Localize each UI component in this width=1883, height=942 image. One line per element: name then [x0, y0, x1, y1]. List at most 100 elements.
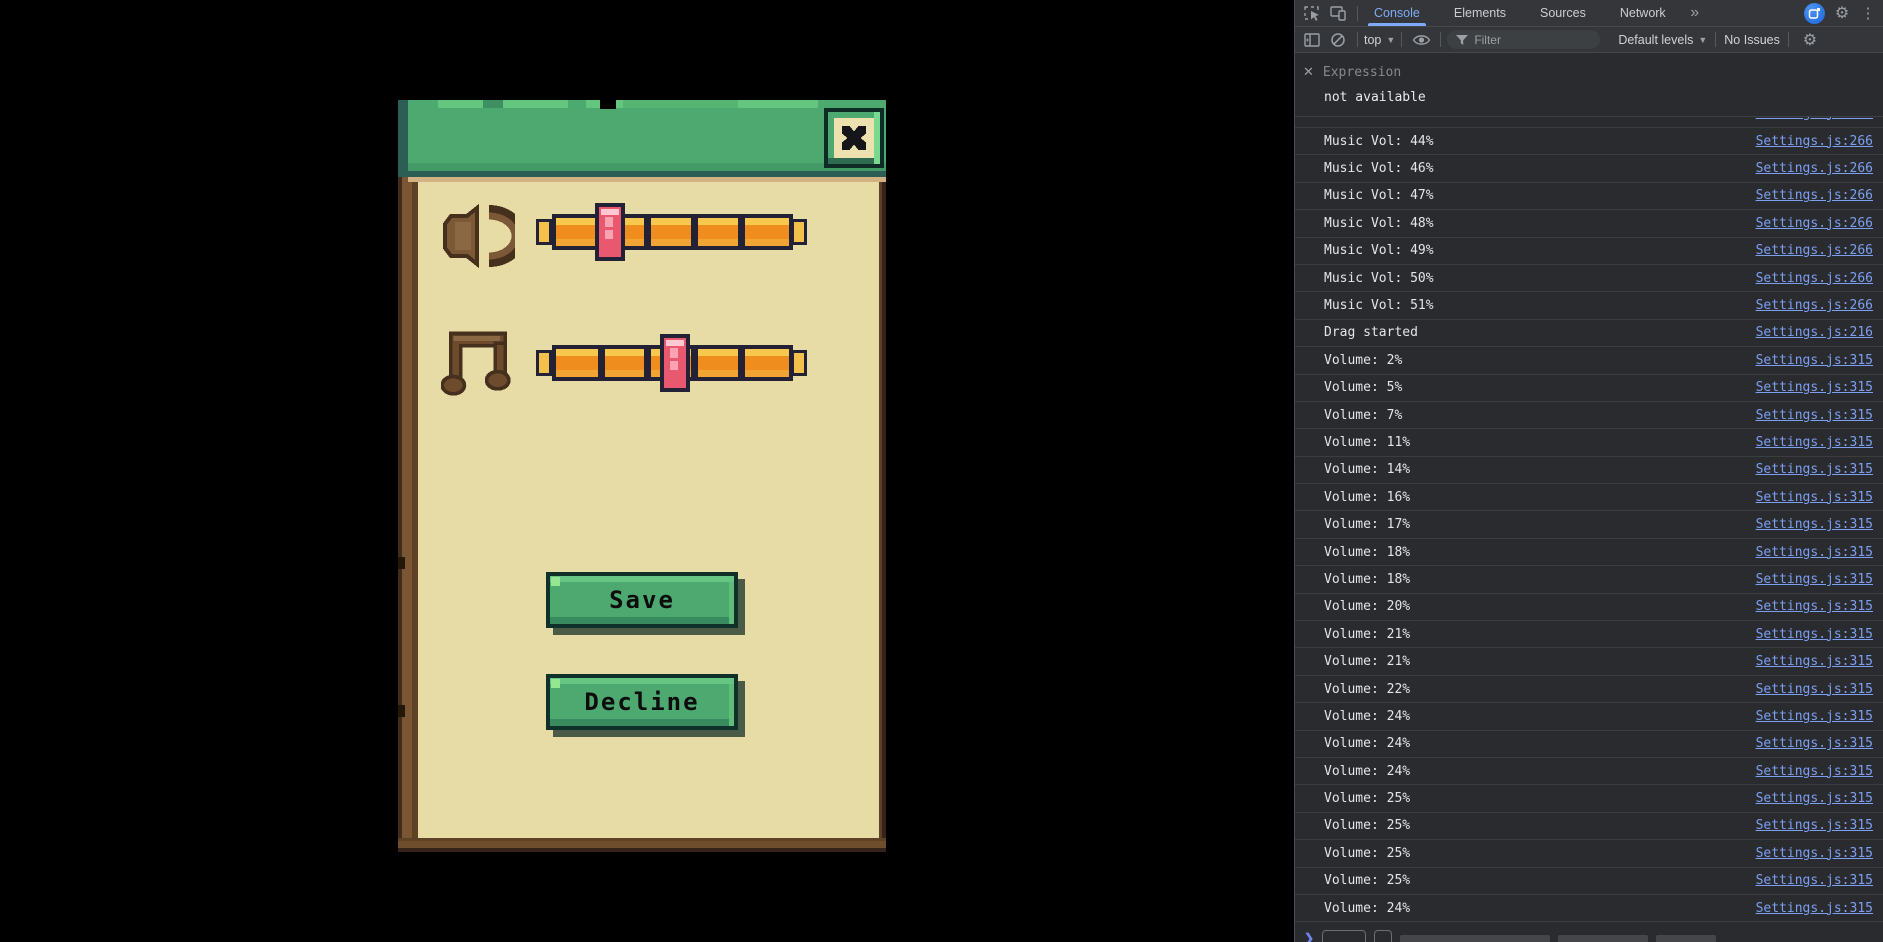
source-link[interactable]: Settings.js:315 — [1756, 517, 1873, 532]
console-row: Volume: 11% Settings.js:315 — [1295, 429, 1883, 457]
save-button-label: Save — [609, 586, 675, 614]
dialog-right-border — [879, 177, 886, 838]
source-link[interactable]: Settings.js:315 — [1756, 572, 1873, 587]
console-message: Volume: 22% — [1324, 681, 1411, 697]
slider-right-cap — [791, 350, 807, 376]
source-link[interactable]: Settings.js:315 — [1756, 353, 1873, 368]
console-message: Volume: 24% — [1324, 763, 1411, 779]
tab-network[interactable]: Network — [1610, 0, 1676, 26]
source-link[interactable]: Settings.js:266 — [1756, 271, 1873, 286]
source-link[interactable]: Settings.js:315 — [1756, 545, 1873, 560]
source-link[interactable]: Settings.js:315 — [1756, 380, 1873, 395]
source-link[interactable]: Settings.js:315 — [1756, 408, 1873, 423]
console-row: Volume: 5% Settings.js:315 — [1295, 375, 1883, 402]
console-message: Volume: 17% — [1324, 517, 1411, 533]
context-selector[interactable]: top ▼ — [1364, 33, 1395, 47]
source-link[interactable]: Settings.js:315 — [1756, 627, 1873, 642]
filter-placeholder: Filter — [1474, 32, 1501, 47]
close-button-face — [834, 118, 874, 158]
source-link[interactable]: Settings.js:315 — [1756, 654, 1873, 669]
slider-left-cap — [536, 219, 552, 245]
console-message: Music Vol: 49% — [1324, 243, 1434, 259]
console-message: Music Vol: 48% — [1324, 215, 1434, 231]
divider — [1440, 32, 1442, 47]
console-message: Volume: 24% — [1324, 900, 1411, 916]
more-tabs-icon[interactable]: » — [1682, 1, 1708, 25]
console-settings-gear-icon[interactable]: ⚙ — [1797, 28, 1823, 52]
hint-text-clipped — [1656, 934, 1717, 942]
console-message: Music Vol: 47% — [1324, 188, 1434, 204]
sound-volume-track[interactable] — [552, 214, 793, 250]
tab-sources[interactable]: Sources — [1530, 0, 1596, 26]
source-link[interactable]: Settings.js:216 — [1756, 325, 1873, 340]
device-toolbar-icon[interactable] — [1325, 1, 1351, 25]
remove-expression-icon[interactable]: ✕ — [1303, 64, 1314, 80]
console-message: Music Vol: 51% — [1324, 298, 1434, 314]
expression-placeholder[interactable]: Expression — [1323, 65, 1401, 80]
ai-assistance-icon[interactable] — [1804, 2, 1825, 24]
console-message: Volume: 21% — [1324, 626, 1411, 642]
music-volume-handle[interactable] — [660, 334, 690, 392]
console-row: Volume: 20% Settings.js:315 — [1295, 594, 1883, 622]
source-link[interactable]: Settings.js:266 — [1756, 134, 1873, 149]
console-message: Volume: 25% — [1324, 873, 1411, 889]
source-link[interactable]: Settings.js:315 — [1756, 435, 1873, 450]
console-message: Volume: 16% — [1324, 489, 1411, 505]
source-link[interactable]: Settings.js:315 — [1756, 764, 1873, 779]
source-link[interactable]: Settings.js:315 — [1756, 846, 1873, 861]
console-row: Volume: 25% Settings.js:315 — [1295, 868, 1883, 895]
filter-input[interactable]: Filter — [1447, 30, 1601, 49]
source-link[interactable]: Settings.js:266 — [1756, 161, 1873, 176]
source-link[interactable]: Settings.js:266 — [1756, 188, 1873, 203]
console-message: Volume: 25% — [1324, 845, 1411, 861]
issues-counter[interactable]: No Issues — [1724, 33, 1780, 47]
decline-button[interactable]: Decline — [546, 674, 738, 730]
tab-console[interactable]: Console — [1364, 0, 1430, 26]
keycap-hint — [1374, 930, 1393, 942]
source-link[interactable]: Settings.js:266 — [1756, 243, 1873, 258]
source-link[interactable]: Settings.js:315 — [1756, 873, 1873, 888]
console-row: Volume: 18% Settings.js:315 — [1295, 539, 1883, 567]
settings-gear-icon[interactable]: ⚙ — [1829, 1, 1855, 25]
source-link[interactable]: Settings.js:315 — [1756, 791, 1873, 806]
console-row: Volume: 18% Settings.js:315 — [1295, 566, 1883, 594]
source-link[interactable]: Settings.js:315 — [1756, 736, 1873, 751]
console-prompt[interactable]: ❯ — [1294, 926, 1883, 942]
console-row: Volume: 14% Settings.js:315 — [1295, 457, 1883, 485]
eye-create-expression-icon[interactable] — [1408, 28, 1434, 52]
dialog-body-top-highlight — [408, 177, 886, 182]
clear-console-icon[interactable] — [1325, 28, 1351, 52]
inspect-element-icon[interactable] — [1299, 1, 1325, 25]
console-row: Music Vol: 43% Settings.js:266 — [1295, 117, 1883, 128]
console-message: Volume: 25% — [1324, 818, 1411, 834]
console-row: Volume: 22% Settings.js:315 — [1295, 676, 1883, 704]
console-toolbar: top ▼ Filter Default levels ▼ No Issues … — [1295, 27, 1883, 53]
source-link[interactable]: Settings.js:315 — [1756, 709, 1873, 724]
source-link[interactable]: Settings.js:315 — [1756, 490, 1873, 505]
console-message: Volume: 18% — [1324, 544, 1411, 560]
source-link[interactable]: Settings.js:315 — [1756, 818, 1873, 833]
save-button[interactable]: Save — [546, 572, 738, 628]
console-message: Volume: 24% — [1324, 736, 1411, 752]
source-link[interactable]: Settings.js:315 — [1756, 599, 1873, 614]
source-link[interactable]: Settings.js:315 — [1756, 901, 1873, 916]
source-link[interactable]: Settings.js:266 — [1756, 298, 1873, 313]
source-link[interactable]: Settings.js:266 — [1756, 216, 1873, 231]
console-sidebar-icon[interactable] — [1299, 28, 1325, 52]
log-levels-selector[interactable]: Default levels ▼ — [1618, 33, 1707, 47]
source-link[interactable]: Settings.js:315 — [1756, 682, 1873, 697]
hint-text-clipped — [1558, 934, 1649, 942]
source-link[interactable]: Settings.js:266 — [1756, 117, 1873, 121]
console-row: Volume: 24% Settings.js:315 — [1295, 895, 1883, 923]
sound-volume-handle[interactable] — [595, 203, 625, 261]
source-link[interactable]: Settings.js:315 — [1756, 462, 1873, 477]
music-note-icon — [441, 331, 511, 396]
more-options-icon[interactable]: ⋮ — [1855, 1, 1881, 25]
console-message: Volume: 25% — [1324, 791, 1411, 807]
close-button[interactable] — [824, 108, 884, 168]
dialog-body — [418, 182, 879, 838]
tab-elements[interactable]: Elements — [1444, 0, 1516, 26]
expression-result: not available — [1324, 90, 1426, 105]
console-row: Music Vol: 49% Settings.js:266 — [1295, 238, 1883, 265]
console-row: Volume: 21% Settings.js:315 — [1295, 648, 1883, 676]
